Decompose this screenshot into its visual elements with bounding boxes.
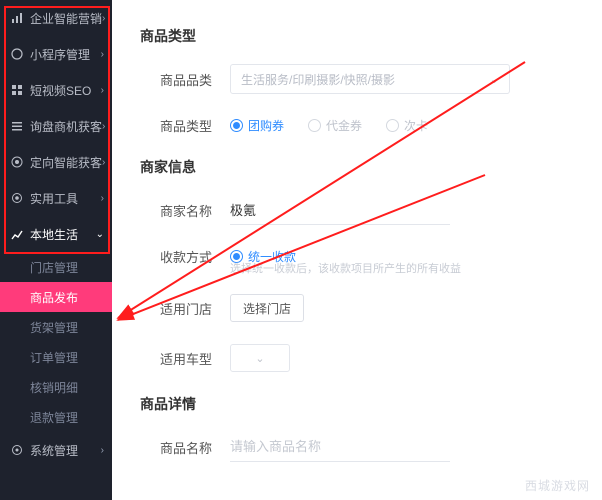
select-placeholder: 生活服务/印刷摄影/快照/摄影 <box>241 71 395 88</box>
bars-icon <box>10 11 24 25</box>
chevron-down-icon: ⌄ <box>96 229 104 240</box>
chevron-down-icon: ⌄ <box>490 73 499 86</box>
section-title-merchant-info: 商家信息 <box>140 157 602 177</box>
label-stores: 适用门店 <box>140 299 212 318</box>
sidebar-item-local-life[interactable]: 本地生活 ⌄ <box>0 216 112 252</box>
sidebar-subitem-order[interactable]: 订单管理 <box>0 342 112 372</box>
chevron-right-icon: › <box>102 121 105 132</box>
input-merchant-name[interactable] <box>230 195 450 225</box>
chevron-right-icon: › <box>101 85 104 96</box>
label-product-type: 商品类型 <box>140 116 212 135</box>
grid-icon <box>10 83 24 97</box>
row-product-name: 商品名称 <box>140 432 602 462</box>
sidebar-item-marketing[interactable]: 企业智能营销 › <box>0 0 112 36</box>
select-stores-button[interactable]: 选择门店 <box>230 294 304 322</box>
label-product-category: 商品品类 <box>140 70 212 89</box>
main-content: 商品类型 商品品类 生活服务/印刷摄影/快照/摄影 ⌄ 商品类型 团购券 代金券 <box>112 0 602 500</box>
target-icon <box>10 155 24 169</box>
sidebar-item-label: 实用工具 <box>30 190 101 207</box>
row-cars: 适用车型 ⌄ <box>140 344 602 372</box>
sidebar-subitem-stores[interactable]: 门店管理 <box>0 252 112 282</box>
circle-icon <box>10 47 24 61</box>
input-product-name[interactable] <box>230 432 450 462</box>
radio-dot-icon <box>386 119 399 132</box>
radio-label: 团购券 <box>248 117 284 134</box>
list-icon <box>10 119 24 133</box>
radio-dot-icon <box>308 119 321 132</box>
sidebar-item-label: 小程序管理 <box>30 46 101 63</box>
sidebar: 企业智能营销 › 小程序管理 › 短视频SEO › 询盘商机获客 › 定向智能获… <box>0 0 112 500</box>
chevron-right-icon: › <box>101 49 104 60</box>
radio-card[interactable]: 次卡 <box>386 117 428 134</box>
payment-hint: 选择统一收款后，该收款项目所产生的所有收益 <box>230 260 602 276</box>
row-product-category: 商品品类 生活服务/印刷摄影/快照/摄影 ⌄ <box>140 64 602 94</box>
radio-group-product-type: 团购券 代金券 次卡 <box>230 117 428 134</box>
sidebar-item-tools[interactable]: 实用工具 › <box>0 180 112 216</box>
radio-label: 代金券 <box>326 117 362 134</box>
gear-icon <box>10 191 24 205</box>
label-cars: 适用车型 <box>140 349 212 368</box>
cog-icon <box>10 443 24 457</box>
radio-voucher[interactable]: 代金券 <box>308 117 362 134</box>
label-payment: 收款方式 <box>140 247 212 266</box>
sidebar-item-label: 企业智能营销 <box>30 10 102 27</box>
watermark: 西城游戏网 <box>525 477 590 494</box>
sidebar-sublist: 门店管理 商品发布 货架管理 订单管理 核销明细 退款管理 <box>0 252 112 432</box>
chevron-right-icon: › <box>102 13 105 24</box>
sidebar-item-miniprogram[interactable]: 小程序管理 › <box>0 36 112 72</box>
sidebar-item-inquiry[interactable]: 询盘商机获客 › <box>0 108 112 144</box>
sidebar-item-target[interactable]: 定向智能获客 › <box>0 144 112 180</box>
sidebar-subitem-refund[interactable]: 退款管理 <box>0 402 112 432</box>
row-product-type: 商品类型 团购券 代金券 次卡 <box>140 116 602 135</box>
sidebar-item-label: 询盘商机获客 <box>30 118 102 135</box>
select-car-type[interactable]: ⌄ <box>230 344 290 372</box>
chevron-right-icon: › <box>101 193 104 204</box>
section-title-product-detail: 商品详情 <box>140 394 602 414</box>
radio-groupon[interactable]: 团购券 <box>230 117 284 134</box>
chevron-right-icon: › <box>101 445 104 456</box>
row-stores: 适用门店 选择门店 <box>140 294 602 322</box>
row-merchant-name: 商家名称 <box>140 195 602 225</box>
chevron-down-icon: ⌄ <box>255 352 264 365</box>
sidebar-item-label: 短视频SEO <box>30 82 101 99</box>
section-title-product-type: 商品类型 <box>140 26 602 46</box>
radio-dot-icon <box>230 119 243 132</box>
select-product-category[interactable]: 生活服务/印刷摄影/快照/摄影 ⌄ <box>230 64 510 94</box>
sidebar-item-seo[interactable]: 短视频SEO › <box>0 72 112 108</box>
sidebar-subitem-verify[interactable]: 核销明细 <box>0 372 112 402</box>
sidebar-item-label: 本地生活 <box>30 226 96 243</box>
label-product-name: 商品名称 <box>140 438 212 457</box>
radio-label: 次卡 <box>404 117 428 134</box>
growth-icon <box>10 227 24 241</box>
sidebar-subitem-product-publish[interactable]: 商品发布 <box>0 282 112 312</box>
sidebar-item-label: 系统管理 <box>30 442 101 459</box>
sidebar-subitem-shelf[interactable]: 货架管理 <box>0 312 112 342</box>
sidebar-item-system[interactable]: 系统管理 › <box>0 432 112 468</box>
sidebar-item-label: 定向智能获客 <box>30 154 102 171</box>
label-merchant-name: 商家名称 <box>140 201 212 220</box>
chevron-right-icon: › <box>102 157 105 168</box>
